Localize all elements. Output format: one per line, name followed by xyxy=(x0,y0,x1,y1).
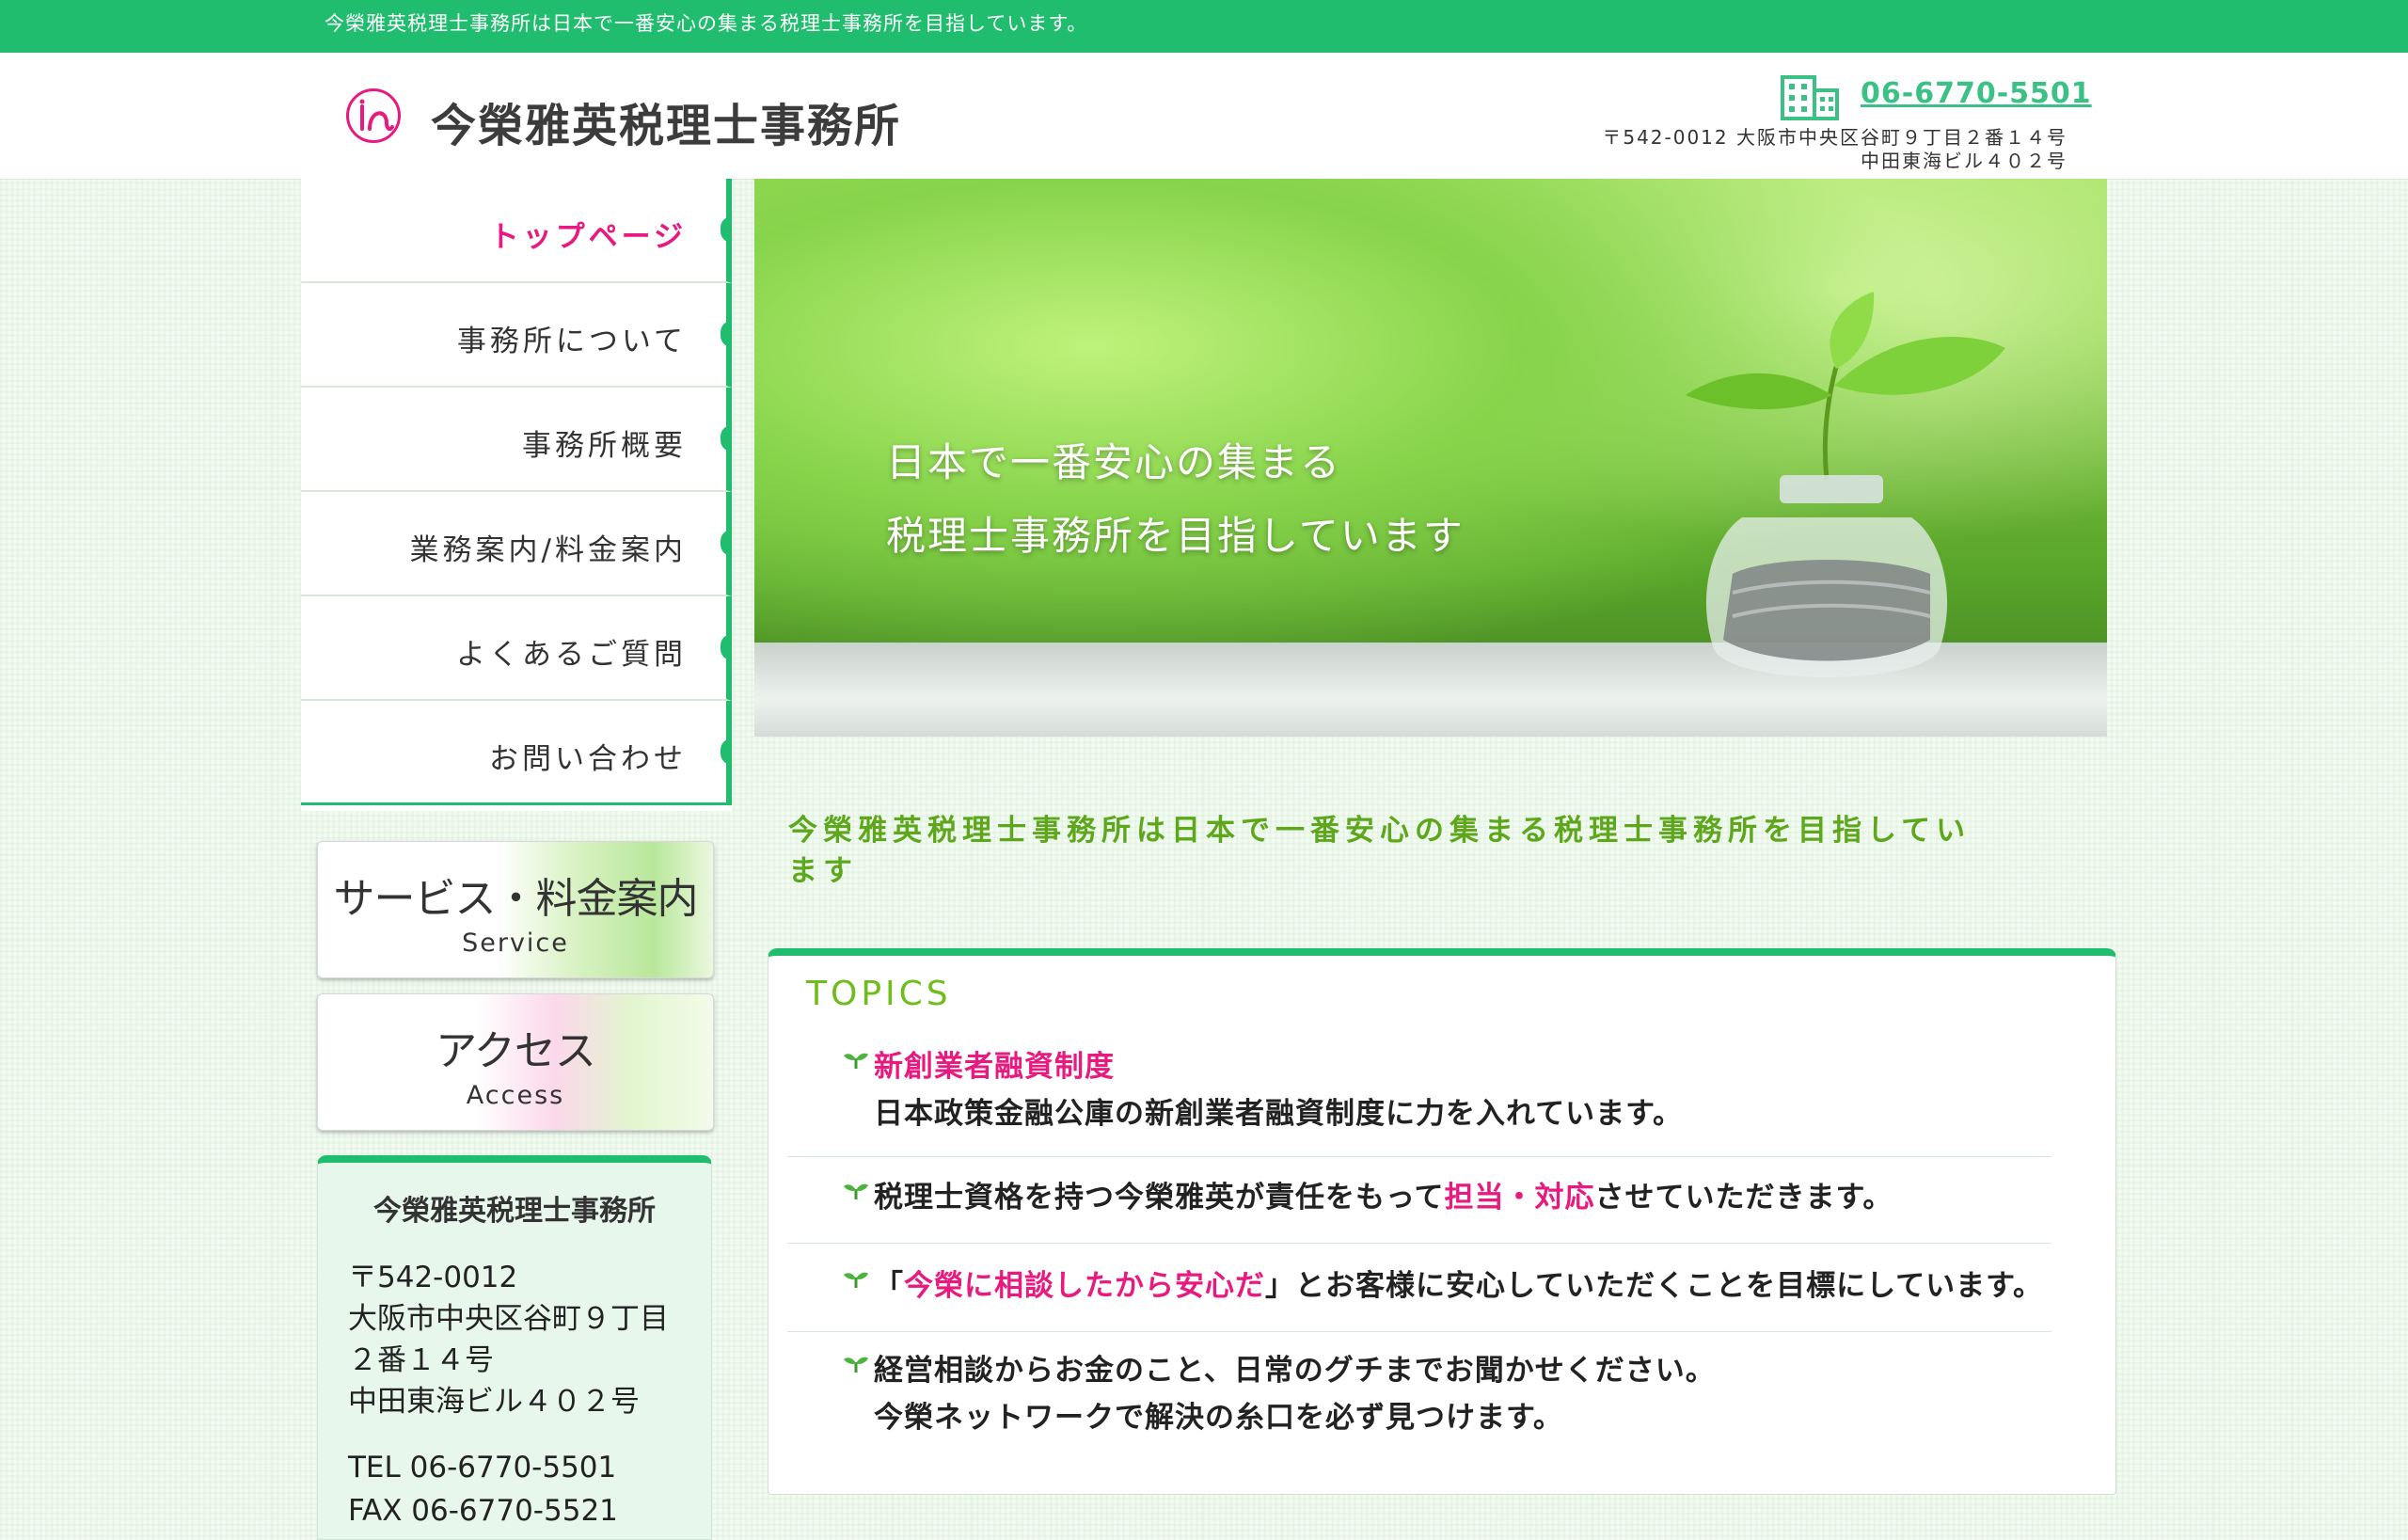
access-banner-subtitle: Access xyxy=(466,1081,565,1110)
topic-item: 新創業者融資制度 日本政策金融公庫の新創業者融資制度に力を入れています。 xyxy=(787,1031,2052,1157)
topic-text: させていただきます。 xyxy=(1594,1181,1893,1215)
office-tel: TEL 06-6770-5501 xyxy=(348,1451,617,1484)
service-banner-link[interactable]: サービス・料金案内 Service xyxy=(317,841,714,978)
nav-item-label: 業務案内/料金案内 xyxy=(409,533,687,567)
top-announcement-bar: 今榮雅英税理士事務所は日本で一番安心の集まる税理士事務所を目指しています。 xyxy=(0,0,2408,53)
topic-item: 経営相談からお金のこと、日常のグチまでお聞かせください。 今榮ネットワークで解決… xyxy=(787,1331,2052,1472)
service-banner-subtitle: Service xyxy=(462,929,569,958)
access-banner-link[interactable]: アクセス Access xyxy=(317,993,714,1131)
header-address-line2: 中田東海ビル４０２号 xyxy=(1861,150,2067,172)
page-title: 今榮雅英税理士事務所は日本で一番安心の集まる税理士事務所を目指してい ます xyxy=(788,811,2002,892)
nav-item-label: トップページ xyxy=(489,220,687,254)
topic-body: 経営相談からお金のこと、日常のグチまでお聞かせください。 xyxy=(874,1354,1716,1388)
nav-item-label: お問い合わせ xyxy=(489,742,687,776)
office-address1: 大阪市中央区谷町９丁目 xyxy=(348,1302,669,1336)
office-address3: 中田東海ビル４０２号 xyxy=(348,1385,640,1419)
nav-item-overview[interactable]: 事務所概要 xyxy=(301,388,732,492)
office-name: 今榮雅英税理士事務所 xyxy=(373,1195,656,1228)
topic-body: 「今榮に相談したから安心だ」とお客様に安心していただくことを目標にしています。 xyxy=(874,1262,2043,1304)
sprout-icon xyxy=(844,1053,868,1069)
hero-caption-line2: 税理士事務所を目指しています xyxy=(886,513,1465,559)
hero-caption-line1: 日本で一番安心の集まる xyxy=(886,439,1342,485)
nav-item-label: よくあるご質問 xyxy=(456,638,687,672)
page-title-line1: 今榮雅英税理士事務所は日本で一番安心の集まる税理士事務所を目指してい xyxy=(788,814,1972,848)
nav-item-faq[interactable]: よくあるご質問 xyxy=(301,596,732,701)
service-banner-title: サービス・料金案内 xyxy=(333,875,699,923)
header-phone-link[interactable]: 06-6770-5501 xyxy=(1861,77,2092,110)
topic-highlight: 担当・対応 xyxy=(1444,1181,1595,1215)
sprout-icon xyxy=(844,1183,868,1199)
hero-image: 日本で一番安心の集まる 税理士事務所を目指しています xyxy=(754,179,2107,737)
site-header: 今榮雅英税理士事務所 06-6770-5501 〒542-0012 大阪市中央区… xyxy=(0,53,2408,180)
nav-item-services-fees[interactable]: 業務案内/料金案内 xyxy=(301,492,732,596)
access-banner-title: アクセス xyxy=(436,1027,596,1075)
topics-title: TOPICS xyxy=(806,975,952,1013)
logo-text: 今榮雅英税理士事務所 xyxy=(431,100,902,152)
announcement-text: 今榮雅英税理士事務所は日本で一番安心の集まる税理士事務所を目指しています。 xyxy=(325,12,1088,35)
coin-jar-sprout-image xyxy=(1686,292,2005,677)
office-info-box: 今榮雅英税理士事務所 〒542-0012 大阪市中央区谷町９丁目 ２番１４号 中… xyxy=(317,1155,712,1540)
office-address2: ２番１４号 xyxy=(348,1343,494,1377)
nav-item-label: 事務所概要 xyxy=(522,429,687,463)
topic-item: 税理士資格を持つ今榮雅英が責任をもって担当・対応させていただきます。 xyxy=(787,1156,2052,1244)
office-fax: FAX 06-6770-5521 xyxy=(348,1494,618,1528)
topics-box: TOPICS 新創業者融資制度 日本政策金融公庫の新創業者融資制度に力を入れてい… xyxy=(768,948,2116,1495)
topic-text: 」とお客様に安心していただくことを目標にしています。 xyxy=(1265,1269,2044,1303)
nav-item-about[interactable]: 事務所について xyxy=(301,283,732,388)
topic-body: 今榮ネットワークで解決の糸口を必ず見つけます。 xyxy=(874,1401,1563,1435)
topic-body: 税理士資格を持つ今榮雅英が責任をもって担当・対応させていただきます。 xyxy=(874,1173,1893,1215)
sprout-icon xyxy=(844,1357,868,1373)
nav-item-label: 事務所について xyxy=(456,325,687,358)
topic-body: 日本政策金融公庫の新創業者融資制度に力を入れています。 xyxy=(874,1097,1683,1131)
nav-item-top-page[interactable]: トップページ xyxy=(301,179,732,283)
topic-item: 「今榮に相談したから安心だ」とお客様に安心していただくことを目標にしています。 xyxy=(787,1243,2052,1332)
topic-highlight: 今榮に相談したから安心だ xyxy=(904,1269,1265,1303)
logo-mark-icon xyxy=(346,88,401,143)
building-icon xyxy=(1781,75,1839,120)
nav-item-contact[interactable]: お問い合わせ xyxy=(301,701,732,805)
sprout-icon xyxy=(844,1272,868,1288)
topic-link-startup-loan[interactable]: 新創業者融資制度 xyxy=(874,1042,1115,1085)
side-navigation: トップページ 事務所について 事務所概要 業務案内/料金案内 よくあるご質問 お… xyxy=(301,179,732,811)
office-postal: 〒542-0012 xyxy=(348,1261,518,1294)
topic-text: 税理士資格を持つ今榮雅英が責任をもって xyxy=(874,1181,1445,1215)
page-title-line2: ます xyxy=(788,854,858,888)
topic-text: 「 xyxy=(874,1269,904,1303)
